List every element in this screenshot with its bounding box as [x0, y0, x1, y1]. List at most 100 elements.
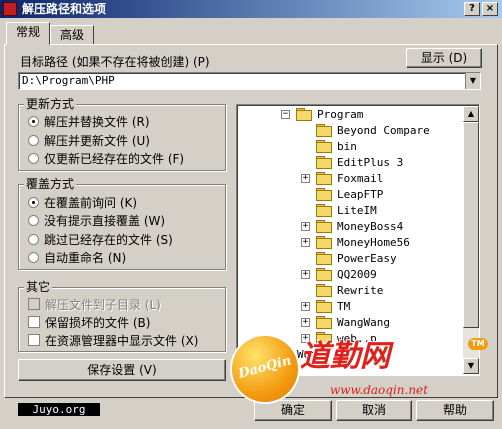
expand-icon[interactable]: + — [301, 173, 310, 183]
tree-item-root[interactable]: − Program — [281, 106, 363, 122]
option-label: 保留损坏的文件 (B) — [45, 315, 151, 330]
dest-path-input[interactable]: D:\Program\PHP ▼ — [18, 72, 481, 90]
folder-icon — [316, 268, 332, 281]
tree-item-label: TM — [337, 299, 351, 313]
tree-item[interactable]: +EditPlus 3 — [301, 154, 403, 170]
tree-item[interactable]: +LiteIM — [301, 202, 377, 218]
radio-icon — [28, 134, 39, 146]
tree-item[interactable]: + TM — [301, 298, 350, 314]
expand-icon[interactable]: + — [301, 301, 310, 311]
help-button[interactable]: 帮助 — [416, 400, 494, 421]
folder-icon — [316, 124, 332, 137]
cancel-button[interactable]: 取消 — [336, 400, 412, 421]
collapse-icon[interactable]: − — [281, 109, 290, 119]
tree-item[interactable]: + QQ2009 — [301, 266, 377, 282]
extract-to-subfolder-checkbox[interactable]: 解压文件到子目录 (L) — [28, 296, 161, 312]
option-label: 在覆盖前询问 (K) — [44, 195, 138, 210]
folder-tree[interactable]: − Program +Beyond Compare+bin+EditPlus 3… — [236, 104, 480, 376]
window-title: 解压路径和选项 — [22, 2, 107, 16]
dest-path-value: D:\Program\PHP — [22, 74, 115, 87]
folder-icon — [316, 188, 332, 201]
radio-icon — [28, 196, 39, 208]
scroll-thumb[interactable] — [463, 122, 479, 328]
folder-icon — [316, 140, 332, 153]
expand-icon[interactable]: + — [301, 317, 310, 327]
update-option-replace[interactable]: 解压并替换文件 (R) — [28, 113, 150, 129]
option-label: 仅更新已经存在的文件 (F) — [44, 151, 185, 166]
scroll-down-icon[interactable]: ▼ — [463, 358, 479, 374]
dest-path-label: 目标路径 (如果不存在将被创建) (P) — [20, 55, 210, 69]
tree-item-label: Beyond Compare — [337, 123, 430, 137]
tree-item[interactable]: +bin — [301, 138, 357, 154]
brand-label: Juyo.org — [18, 403, 100, 416]
tree-item-label: MoneyBoss4 — [337, 219, 404, 233]
radio-icon — [28, 251, 39, 263]
tab-advanced[interactable]: 高级 — [50, 25, 94, 45]
watermark-brand-text: 道勤网 — [300, 339, 390, 374]
show-in-explorer-checkbox[interactable]: 在资源管理器中显示文件 (X) — [28, 332, 198, 348]
tree-item-label: bin — [337, 139, 357, 153]
option-label: 解压文件到子目录 (L) — [45, 297, 161, 312]
expand-icon[interactable]: + — [301, 237, 310, 247]
overwrite-option-rename[interactable]: 自动重命名 (N) — [28, 249, 126, 265]
folder-icon — [316, 300, 332, 313]
option-label: 在资源管理器中显示文件 (X) — [45, 333, 199, 348]
scroll-up-icon[interactable]: ▲ — [463, 106, 479, 122]
tree-item-label: MoneyHome56 — [337, 235, 410, 249]
watermark-url: www.daoqin.net — [330, 383, 428, 397]
tree-item-label: Program — [317, 107, 364, 121]
folder-icon — [316, 252, 332, 265]
ok-button[interactable]: 确定 — [254, 400, 332, 421]
checkbox-icon — [28, 298, 40, 310]
tree-item[interactable]: + Foxmail — [301, 170, 383, 186]
tree-item[interactable]: +Beyond Compare — [301, 122, 430, 138]
tree-item[interactable]: + WangWang — [301, 314, 390, 330]
tab-general[interactable]: 常规 — [6, 22, 50, 45]
keep-broken-files-checkbox[interactable]: 保留损坏的文件 (B) — [28, 314, 150, 330]
winrar-app-icon — [3, 2, 17, 16]
radio-icon — [28, 152, 39, 164]
watermark-tm: TM — [468, 338, 488, 350]
tree-scrollbar[interactable]: ▲ ▼ — [463, 106, 479, 374]
folder-icon — [316, 204, 332, 217]
folder-open-icon — [296, 108, 312, 121]
folder-icon — [316, 284, 332, 297]
option-label: 跳过已经存在的文件 (S) — [44, 232, 173, 247]
tree-item[interactable]: +LeapFTP — [301, 186, 383, 202]
update-mode-title: 更新方式 — [24, 97, 77, 111]
folder-icon — [316, 220, 332, 233]
expand-icon[interactable]: + — [301, 221, 310, 231]
overwrite-option-skip[interactable]: 跳过已经存在的文件 (S) — [28, 231, 173, 247]
overwrite-option-ask[interactable]: 在覆盖前询问 (K) — [28, 194, 137, 210]
misc-title: 其它 — [24, 280, 53, 294]
folder-icon — [316, 316, 332, 329]
folder-icon — [316, 172, 332, 185]
close-title-button[interactable]: × — [482, 2, 498, 16]
radio-icon — [28, 233, 39, 245]
radio-icon — [28, 115, 39, 127]
option-label: 解压并替换文件 (R) — [44, 114, 150, 129]
watermark-badge: DaoQin — [232, 336, 298, 402]
tree-item-label: PowerEasy — [337, 251, 397, 265]
overwrite-option-no-prompt[interactable]: 没有提示直接覆盖 (W) — [28, 212, 165, 228]
tree-item-label: Rewrite — [337, 283, 384, 297]
update-option-update[interactable]: 解压并更新文件 (U) — [28, 132, 150, 148]
checkbox-icon — [28, 334, 40, 346]
tree-item-label: WangWang — [337, 315, 390, 329]
option-label: 解压并更新文件 (U) — [44, 133, 150, 148]
update-option-existing[interactable]: 仅更新已经存在的文件 (F) — [28, 150, 184, 166]
dropdown-arrow-icon[interactable]: ▼ — [465, 73, 480, 89]
tree-item-label: EditPlus 3 — [337, 155, 404, 169]
expand-icon[interactable]: + — [301, 269, 310, 279]
tree-item-label: LiteIM — [337, 203, 377, 217]
tree-item-label: QQ2009 — [337, 267, 377, 281]
tree-item[interactable]: +Rewrite — [301, 282, 383, 298]
help-title-button[interactable]: ? — [464, 2, 480, 16]
folder-icon — [316, 236, 332, 249]
show-button[interactable]: 显示 (D) — [406, 48, 482, 68]
tree-item[interactable]: + MoneyBoss4 — [301, 218, 403, 234]
tree-item[interactable]: +PowerEasy — [301, 250, 397, 266]
tree-item-label: Foxmail — [337, 171, 384, 185]
save-settings-button[interactable]: 保存设置 (V) — [18, 359, 226, 381]
tree-item[interactable]: + MoneyHome56 — [301, 234, 410, 250]
